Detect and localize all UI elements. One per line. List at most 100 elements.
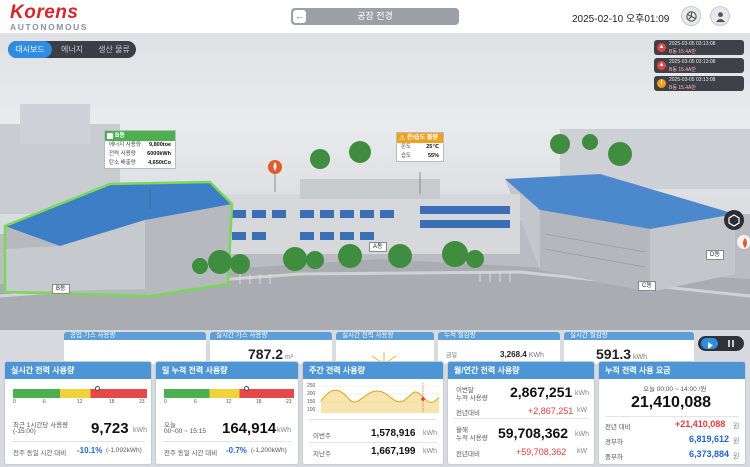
year-compare-value: +59,708,362 bbox=[516, 447, 567, 457]
card-label: 실시간 절감량 bbox=[570, 332, 608, 339]
power-level-bar bbox=[13, 389, 147, 398]
alert-message: B동 15.4A반 bbox=[669, 67, 696, 73]
3d-view-icon[interactable] bbox=[724, 210, 744, 230]
tab-dashboard[interactable]: 대시보드 bbox=[8, 41, 52, 58]
pause-icon[interactable] bbox=[728, 340, 730, 347]
cumulative-savings-card[interactable]: 누적 절감량 금일 3,268.4 KWh bbox=[438, 332, 560, 364]
power-level-bar bbox=[164, 389, 294, 398]
weekly-area-chart bbox=[321, 383, 439, 413]
divider bbox=[605, 416, 739, 417]
alert-item[interactable]: ▲ 2025-03-05 03:13:08 B동 15.4A반 bbox=[654, 40, 744, 55]
row-label: 습도 bbox=[401, 153, 412, 159]
value-text: 3,268.4 bbox=[500, 350, 527, 359]
card-label: 공업 가스 사용량 bbox=[70, 332, 116, 339]
realtime-power-mini-card[interactable]: 실시간 전력 사용량 bbox=[336, 332, 434, 364]
panel-title: 주간 전력 사용량 bbox=[303, 362, 443, 379]
building-a-label[interactable]: A동 bbox=[369, 242, 387, 252]
tick-label: 23 bbox=[286, 399, 292, 405]
compare-label: 전년대비 bbox=[456, 451, 480, 458]
y-tick-label: 100 bbox=[307, 407, 316, 413]
warning-alert-icon: ! bbox=[657, 79, 666, 88]
korens-logo[interactable]: Korens AUTONOMOUS bbox=[10, 2, 88, 32]
level-indicator-icon bbox=[95, 386, 100, 391]
weekly-power-panel[interactable]: 주간 전력 사용량 250 200 150 100 이번주 1,578,916 … bbox=[302, 361, 444, 465]
compare-percent: -10.1% bbox=[77, 446, 103, 455]
fire-marker-icon[interactable] bbox=[736, 234, 750, 250]
fee-row-value: 6,373,884 bbox=[689, 449, 730, 459]
week-value: 1,578,916 bbox=[371, 428, 416, 439]
temp-humidity-card[interactable]: ⚠ 온/습도 불량 온도 25℃ 습도 55% bbox=[396, 132, 444, 162]
alert-item[interactable]: ▲ 2025-03-05 03:13:08 B동 15.4A반 bbox=[654, 58, 744, 73]
card-label: 실시간 가스 사용량 bbox=[216, 332, 268, 339]
building-b-label[interactable]: B동 bbox=[52, 284, 70, 294]
row-value: 4,650tCo bbox=[148, 160, 171, 166]
value-unit: KWh bbox=[528, 352, 544, 359]
metric-unit: kWh bbox=[133, 427, 147, 434]
card-title: B동 bbox=[105, 131, 175, 141]
page-title: 공장 전경 bbox=[357, 11, 393, 21]
divider bbox=[309, 419, 437, 420]
info-row: 온도 25℃ bbox=[397, 143, 443, 152]
value-unit: m³ bbox=[285, 354, 294, 361]
building-b-info-card[interactable]: B동 에너지 사용량 9,800toe 전력 사용량 6000kWh 탄소 배출량 4… bbox=[104, 130, 176, 169]
view-tabs: 대시보드 에너지 생산 물류 bbox=[8, 41, 136, 58]
compare-unit: kW bbox=[577, 407, 588, 414]
row-label: 전력 사용량 bbox=[109, 151, 136, 157]
alert-item[interactable]: ! 2025-03-05 03:13:08 B동 15.4A반 bbox=[654, 76, 744, 91]
panel-title: 실시간 전력 사용량 bbox=[5, 362, 151, 379]
building-d-label[interactable]: D동 bbox=[706, 250, 724, 260]
user-avatar-icon[interactable] bbox=[710, 6, 730, 26]
tick-label: 18 bbox=[256, 399, 262, 405]
week-label: 지난주 bbox=[313, 451, 331, 458]
fee-row-value: 6,819,612 bbox=[689, 434, 730, 444]
fee-row-label: 중부하 bbox=[605, 454, 623, 461]
realtime-savings-card[interactable]: 실시간 절감량 591.3 kWh bbox=[564, 332, 694, 364]
monthly-yearly-panel[interactable]: 월/연간 전력 사용량 이번달 누적 사용량 2,867,251 kWh 전년대… bbox=[447, 361, 595, 465]
value-unit: kWh bbox=[633, 354, 648, 361]
divider bbox=[162, 441, 292, 442]
openai-icon[interactable] bbox=[681, 6, 701, 26]
info-row: 탄소 배출량 4,650tCo bbox=[105, 159, 175, 168]
card-title-text: B동 bbox=[115, 133, 125, 139]
card-label: 누적 절감량 bbox=[444, 332, 476, 339]
factory-3d-view[interactable]: 대시보드 에너지 생산 물류 ▲ 2025-03-05 03:13:08 B동 … bbox=[0, 34, 750, 330]
value-text: 787.2 bbox=[248, 346, 284, 362]
realtime-gas-card[interactable]: 실시간 가스 사용량 787.2 m³ bbox=[210, 332, 332, 364]
value-text: 591.3 bbox=[596, 346, 632, 362]
card-title-text: 온/습도 불량 bbox=[407, 135, 438, 141]
realtime-power-panel[interactable]: 실시간 전력 사용량 0 6 12 18 23 최근 1시간당 사용량 (-15… bbox=[4, 361, 152, 465]
metric-sublabel: (-15:00) bbox=[13, 428, 36, 435]
y-tick-label: 200 bbox=[307, 391, 316, 397]
row-label: 온도 bbox=[401, 144, 412, 150]
fee-row-label: 전년 대비 bbox=[605, 424, 631, 431]
back-arrow-icon[interactable]: ← bbox=[293, 10, 306, 23]
card-label: 실시간 전력 사용량 bbox=[342, 332, 394, 339]
fee-row-unit: 원 bbox=[733, 423, 740, 430]
industrial-gas-card[interactable]: 공업 가스 사용량 bbox=[64, 332, 206, 364]
fee-total-value: 21,410,088 bbox=[631, 394, 712, 411]
building-c-label[interactable]: C동 bbox=[638, 281, 656, 291]
tick-label: 18 bbox=[109, 399, 115, 405]
range-label: 오늘 00:00 ~ 14:00 /원 bbox=[643, 386, 707, 393]
card-value: 3,268.4 KWh bbox=[500, 350, 544, 359]
alert-list: ▲ 2025-03-05 03:13:08 B동 15.4A반 ▲ 2025-0… bbox=[654, 40, 744, 94]
tick-label: 0 bbox=[164, 399, 167, 405]
tick-label: 23 bbox=[139, 399, 145, 405]
metric-sublabel: 00~00 ~ 15:15 bbox=[164, 428, 206, 435]
row-label: 에너지 사용량 bbox=[109, 142, 141, 148]
cumulative-fee-panel[interactable]: 누적 전력 사용 요금 오늘 00:00 ~ 14:00 /원 21,410,0… bbox=[598, 361, 746, 465]
logo-wordmark: Korens bbox=[10, 2, 79, 23]
daily-cumulative-panel[interactable]: 일 누적 전력 사용량 0 6 12 18 23 오늘 00~00 ~ 15:1… bbox=[155, 361, 299, 465]
alert-timestamp: 2025-03-05 03:13:08 bbox=[669, 77, 716, 83]
card-value: 591.3 kWh bbox=[596, 346, 647, 362]
month-compare-value: +2,867,251 bbox=[528, 406, 574, 416]
tab-production-logistics[interactable]: 생산 물류 bbox=[92, 41, 136, 58]
y-tick-label: 250 bbox=[307, 383, 316, 389]
tick-label: 12 bbox=[77, 399, 83, 405]
tab-energy[interactable]: 에너지 bbox=[52, 41, 92, 58]
play-button[interactable] bbox=[701, 338, 718, 349]
row-value: 9,800toe bbox=[148, 142, 171, 148]
row-label: 탄소 배출량 bbox=[109, 160, 136, 166]
week-unit: kWh bbox=[423, 430, 437, 437]
level-indicator-icon bbox=[244, 386, 249, 391]
